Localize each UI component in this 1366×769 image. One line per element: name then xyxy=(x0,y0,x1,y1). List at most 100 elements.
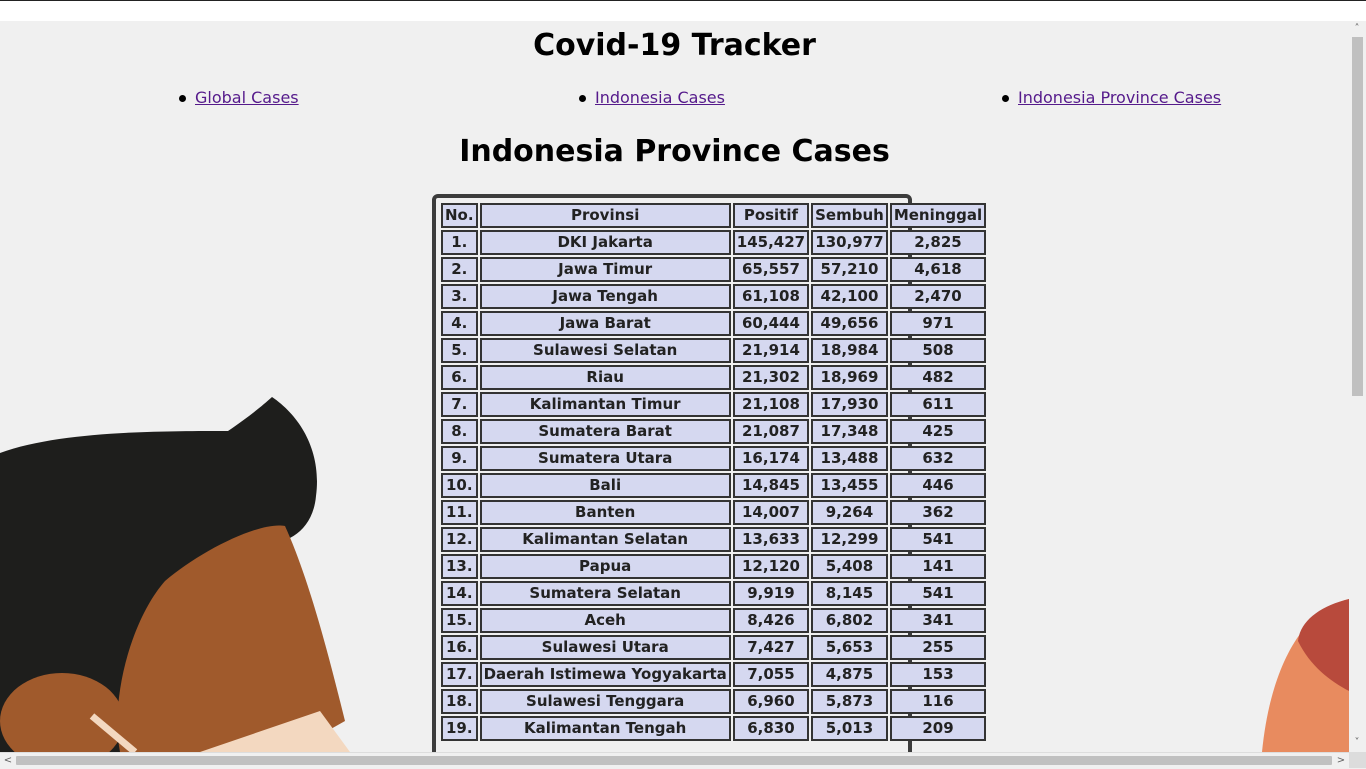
vertical-scrollbar-thumb[interactable] xyxy=(1352,37,1363,396)
scroll-up-arrow-icon[interactable]: ˄ xyxy=(1349,21,1365,37)
cell-sembuh: 42,100 xyxy=(811,284,888,309)
table-row: 16. Sulawesi Utara 7,427 5,653 255 xyxy=(441,635,987,660)
scroll-down-arrow-icon[interactable]: ˅ xyxy=(1349,735,1365,751)
cell-meninggal: 141 xyxy=(889,554,987,579)
cell-positif: 16,174 xyxy=(732,446,810,471)
table-row: 17. Daerah Istimewa Yogyakarta 7,055 4,875 1… xyxy=(441,662,987,687)
nav-bullet xyxy=(579,95,586,102)
cell-positif: 14,845 xyxy=(732,473,810,498)
cell-positif: 21,914 xyxy=(732,338,810,363)
cell-provinsi: Riau xyxy=(479,365,731,390)
cell-provinsi: Jawa Barat xyxy=(479,311,731,336)
horizontal-scrollbar[interactable]: < > xyxy=(0,752,1366,768)
section-title: Indonesia Province Cases xyxy=(459,134,890,169)
table-row: 11. Banten 14,007 9,264 362 xyxy=(441,500,987,525)
cell-positif: 13,633 xyxy=(732,527,810,552)
cell-meninggal: 541 xyxy=(889,581,987,606)
cell-meninggal: 508 xyxy=(889,338,987,363)
cell-meninggal: 2,470 xyxy=(889,284,987,309)
cell-meninggal: 255 xyxy=(889,635,987,660)
cell-sembuh: 18,969 xyxy=(811,365,888,390)
cell-no: 15. xyxy=(441,608,478,633)
table-row: 1. DKI Jakarta 145,427 130,977 2,825 xyxy=(441,230,987,255)
left-figure-mask-strap xyxy=(89,713,138,752)
table-header-row: No. Provinsi Positif Sembuh Meninggal xyxy=(441,203,987,228)
cell-meninggal: 425 xyxy=(889,419,987,444)
table-row: 5. Sulawesi Selatan 21,914 18,984 508 xyxy=(441,338,987,363)
cell-no: 8. xyxy=(441,419,478,444)
cell-meninggal: 2,825 xyxy=(889,230,987,255)
cell-positif: 6,960 xyxy=(732,689,810,714)
cell-no: 7. xyxy=(441,392,478,417)
cell-no: 4. xyxy=(441,311,478,336)
cell-no: 6. xyxy=(441,365,478,390)
cell-provinsi: Daerah Istimewa Yogyakarta xyxy=(479,662,731,687)
cell-no: 11. xyxy=(441,500,478,525)
column-header-provinsi: Provinsi xyxy=(479,203,731,228)
cell-no: 14. xyxy=(441,581,478,606)
cell-provinsi: Sulawesi Utara xyxy=(479,635,731,660)
table-row: 4. Jawa Barat 60,444 49,656 971 xyxy=(441,311,987,336)
nav-link-indonesia-cases[interactable]: Indonesia Cases xyxy=(595,87,725,109)
cell-no: 16. xyxy=(441,635,478,660)
right-figure-hair xyxy=(1298,599,1349,691)
table-row: 8. Sumatera Barat 21,087 17,348 425 xyxy=(441,419,987,444)
cell-positif: 9,919 xyxy=(732,581,810,606)
nav-bullet xyxy=(179,95,186,102)
column-header-positif: Positif xyxy=(732,203,810,228)
browser-top-bar xyxy=(0,0,1366,21)
cell-positif: 145,427 xyxy=(732,230,810,255)
cell-no: 1. xyxy=(441,230,478,255)
cell-meninggal: 482 xyxy=(889,365,987,390)
table-row: 15. Aceh 8,426 6,802 341 xyxy=(441,608,987,633)
cell-no: 2. xyxy=(441,257,478,282)
nav-link-indonesia-province-cases[interactable]: Indonesia Province Cases xyxy=(1018,87,1221,109)
province-table-container: No. Provinsi Positif Sembuh Meninggal 1.… xyxy=(432,194,987,752)
cell-meninggal: 632 xyxy=(889,446,987,471)
table-body: 1. DKI Jakarta 145,427 130,977 2,825 2. Jawa T… xyxy=(441,230,987,741)
cell-provinsi: Sumatera Selatan xyxy=(479,581,731,606)
scrollbar-corner xyxy=(1349,752,1366,768)
right-figure-head xyxy=(1262,599,1349,752)
province-cases-table: No. Provinsi Positif Sembuh Meninggal 1.… xyxy=(439,201,988,743)
table-row: 3. Jawa Tengah 61,108 42,100 2,470 xyxy=(441,284,987,309)
cell-provinsi: Jawa Tengah xyxy=(479,284,731,309)
scroll-right-arrow-icon[interactable]: > xyxy=(1333,753,1349,769)
cell-no: 17. xyxy=(441,662,478,687)
cell-positif: 7,427 xyxy=(732,635,810,660)
cell-sembuh: 130,977 xyxy=(811,230,888,255)
cell-provinsi: Papua xyxy=(479,554,731,579)
table-row: 14. Sumatera Selatan 9,919 8,145 541 xyxy=(441,581,987,606)
cell-no: 13. xyxy=(441,554,478,579)
scroll-left-arrow-icon[interactable]: < xyxy=(0,753,16,769)
cell-positif: 8,426 xyxy=(732,608,810,633)
cell-meninggal: 611 xyxy=(889,392,987,417)
cell-provinsi: Aceh xyxy=(479,608,731,633)
column-header-no: No. xyxy=(441,203,478,228)
cell-meninggal: 153 xyxy=(889,662,987,687)
cell-positif: 65,557 xyxy=(732,257,810,282)
cell-meninggal: 362 xyxy=(889,500,987,525)
cell-no: 9. xyxy=(441,446,478,471)
vertical-scrollbar[interactable]: ˄ ˅ xyxy=(1349,21,1366,752)
cell-sembuh: 17,930 xyxy=(811,392,888,417)
cell-sembuh: 9,264 xyxy=(811,500,888,525)
cell-provinsi: Bali xyxy=(479,473,731,498)
cell-sembuh: 17,348 xyxy=(811,419,888,444)
nav-link-global-cases[interactable]: Global Cases xyxy=(195,87,299,109)
cell-sembuh: 5,013 xyxy=(811,716,888,741)
cell-positif: 12,120 xyxy=(732,554,810,579)
column-header-meninggal: Meninggal xyxy=(889,203,987,228)
horizontal-scrollbar-thumb[interactable] xyxy=(16,756,1332,765)
cell-no: 18. xyxy=(441,689,478,714)
cell-positif: 21,108 xyxy=(732,392,810,417)
cell-positif: 60,444 xyxy=(732,311,810,336)
cell-provinsi: Sumatera Barat xyxy=(479,419,731,444)
cell-sembuh: 57,210 xyxy=(811,257,888,282)
left-figure-hair xyxy=(0,397,317,752)
cell-sembuh: 13,488 xyxy=(811,446,888,471)
left-figure-mask xyxy=(200,711,350,752)
cell-provinsi: Kalimantan Selatan xyxy=(479,527,731,552)
cell-sembuh: 49,656 xyxy=(811,311,888,336)
cell-sembuh: 13,455 xyxy=(811,473,888,498)
